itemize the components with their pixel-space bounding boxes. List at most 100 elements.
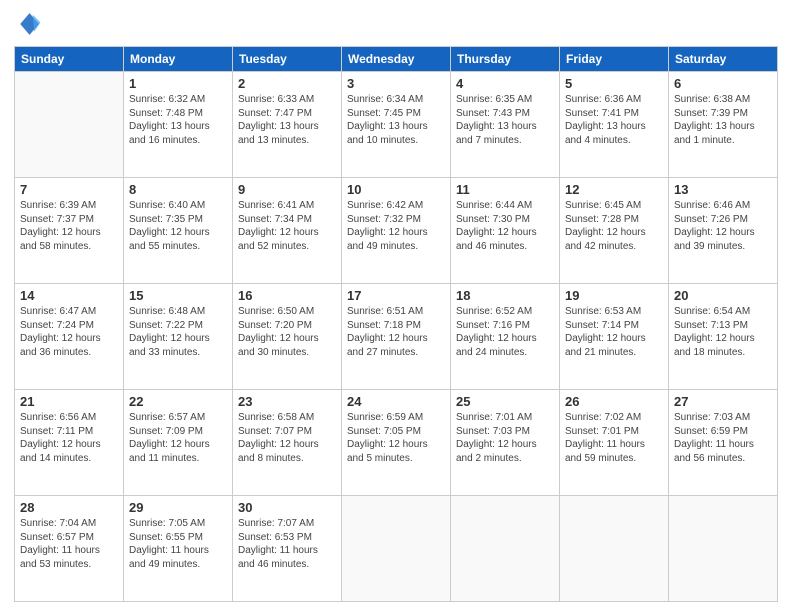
day-number: 5 [565, 76, 663, 91]
day-info: Sunrise: 6:51 AMSunset: 7:18 PMDaylight:… [347, 305, 445, 359]
calendar-week-row: 14 Sunrise: 6:47 AMSunset: 7:24 PMDayligh… [15, 284, 778, 390]
calendar-day-cell: 10 Sunrise: 6:42 AMSunset: 7:32 PMDayligh… [342, 178, 451, 284]
day-number: 10 [347, 182, 445, 197]
day-info: Sunrise: 6:44 AMSunset: 7:30 PMDaylight:… [456, 199, 554, 253]
day-number: 4 [456, 76, 554, 91]
calendar-day-cell: 13 Sunrise: 6:46 AMSunset: 7:26 PMDayligh… [669, 178, 778, 284]
day-number: 1 [129, 76, 227, 91]
day-info: Sunrise: 6:39 AMSunset: 7:37 PMDaylight:… [20, 199, 118, 253]
day-info: Sunrise: 6:33 AMSunset: 7:47 PMDaylight:… [238, 93, 336, 147]
calendar-day-cell: 6 Sunrise: 6:38 AMSunset: 7:39 PMDaylight… [669, 72, 778, 178]
calendar-day-cell [560, 496, 669, 602]
day-number: 6 [674, 76, 772, 91]
day-number: 12 [565, 182, 663, 197]
calendar-table: SundayMondayTuesdayWednesdayThursdayFrid… [14, 46, 778, 602]
day-number: 16 [238, 288, 336, 303]
calendar-day-cell: 17Sunrise: 6:51 AMSunset: 7:18 PMDayligh… [342, 284, 451, 390]
day-number: 7 [20, 182, 118, 197]
calendar-day-cell: 5 Sunrise: 6:36 AMSunset: 7:41 PMDaylight… [560, 72, 669, 178]
day-info: Sunrise: 7:03 AMSunset: 6:59 PMDaylight:… [674, 411, 772, 465]
calendar-week-row: 7 Sunrise: 6:39 AMSunset: 7:37 PMDaylight… [15, 178, 778, 284]
day-number: 20 [674, 288, 772, 303]
calendar-day-cell: 22Sunrise: 6:57 AMSunset: 7:09 PMDayligh… [124, 390, 233, 496]
calendar-day-cell [669, 496, 778, 602]
day-number: 22 [129, 394, 227, 409]
day-number: 15 [129, 288, 227, 303]
day-info: Sunrise: 6:35 AMSunset: 7:43 PMDaylight:… [456, 93, 554, 147]
calendar-day-cell: 28 Sunrise: 7:04 AMSunset: 6:57 PMDayligh… [15, 496, 124, 602]
day-number: 14 [20, 288, 118, 303]
day-info: Sunrise: 6:41 AMSunset: 7:34 PMDaylight:… [238, 199, 336, 253]
day-number: 9 [238, 182, 336, 197]
day-info: Sunrise: 7:02 AMSunset: 7:01 PMDaylight:… [565, 411, 663, 465]
calendar-day-cell: 27 Sunrise: 7:03 AMSunset: 6:59 PMDayligh… [669, 390, 778, 496]
calendar-day-cell: 4 Sunrise: 6:35 AMSunset: 7:43 PMDaylight… [451, 72, 560, 178]
day-info: Sunrise: 6:45 AMSunset: 7:28 PMDaylight:… [565, 199, 663, 253]
calendar-day-cell: 26 Sunrise: 7:02 AMSunset: 7:01 PMDayligh… [560, 390, 669, 496]
calendar-day-cell [451, 496, 560, 602]
day-number: 8 [129, 182, 227, 197]
day-number: 27 [674, 394, 772, 409]
page: SundayMondayTuesdayWednesdayThursdayFrid… [0, 0, 792, 612]
weekday-header-cell: Friday [560, 47, 669, 72]
calendar-day-cell: 9 Sunrise: 6:41 AMSunset: 7:34 PMDaylight… [233, 178, 342, 284]
weekday-header-cell: Monday [124, 47, 233, 72]
header [14, 10, 778, 38]
calendar-day-cell: 11 Sunrise: 6:44 AMSunset: 7:30 PMDayligh… [451, 178, 560, 284]
calendar-day-cell: 2 Sunrise: 6:33 AMSunset: 7:47 PMDaylight… [233, 72, 342, 178]
day-info: Sunrise: 6:56 AMSunset: 7:11 PMDaylight:… [20, 411, 118, 465]
calendar-day-cell: 14 Sunrise: 6:47 AMSunset: 7:24 PMDayligh… [15, 284, 124, 390]
logo-icon [14, 10, 42, 38]
day-info: Sunrise: 6:58 AMSunset: 7:07 PMDaylight:… [238, 411, 336, 465]
calendar-day-cell: 25 Sunrise: 7:01 AMSunset: 7:03 PMDayligh… [451, 390, 560, 496]
weekday-header-cell: Sunday [15, 47, 124, 72]
day-number: 29 [129, 500, 227, 515]
calendar-week-row: 28 Sunrise: 7:04 AMSunset: 6:57 PMDayligh… [15, 496, 778, 602]
day-info: Sunrise: 6:47 AMSunset: 7:24 PMDaylight:… [20, 305, 118, 359]
weekday-header-cell: Tuesday [233, 47, 342, 72]
calendar-day-cell: 3Sunrise: 6:34 AMSunset: 7:45 PMDaylight… [342, 72, 451, 178]
weekday-header: SundayMondayTuesdayWednesdayThursdayFrid… [15, 47, 778, 72]
weekday-header-cell: Saturday [669, 47, 778, 72]
day-info: Sunrise: 6:52 AMSunset: 7:16 PMDaylight:… [456, 305, 554, 359]
day-info: Sunrise: 7:01 AMSunset: 7:03 PMDaylight:… [456, 411, 554, 465]
calendar-week-row: 1 Sunrise: 6:32 AMSunset: 7:48 PMDaylight… [15, 72, 778, 178]
day-number: 2 [238, 76, 336, 91]
calendar-day-cell: 24Sunrise: 6:59 AMSunset: 7:05 PMDayligh… [342, 390, 451, 496]
day-info: Sunrise: 6:36 AMSunset: 7:41 PMDaylight:… [565, 93, 663, 147]
calendar-day-cell: 20 Sunrise: 6:54 AMSunset: 7:13 PMDayligh… [669, 284, 778, 390]
calendar-day-cell: 19Sunrise: 6:53 AMSunset: 7:14 PMDayligh… [560, 284, 669, 390]
calendar-day-cell [342, 496, 451, 602]
day-info: Sunrise: 6:38 AMSunset: 7:39 PMDaylight:… [674, 93, 772, 147]
day-number: 11 [456, 182, 554, 197]
calendar-body: 1 Sunrise: 6:32 AMSunset: 7:48 PMDaylight… [15, 72, 778, 602]
calendar-day-cell: 29Sunrise: 7:05 AMSunset: 6:55 PMDayligh… [124, 496, 233, 602]
day-number: 26 [565, 394, 663, 409]
day-info: Sunrise: 6:34 AMSunset: 7:45 PMDaylight:… [347, 93, 445, 147]
day-number: 13 [674, 182, 772, 197]
day-info: Sunrise: 6:54 AMSunset: 7:13 PMDaylight:… [674, 305, 772, 359]
calendar-day-cell: 18 Sunrise: 6:52 AMSunset: 7:16 PMDayligh… [451, 284, 560, 390]
calendar-day-cell: 16 Sunrise: 6:50 AMSunset: 7:20 PMDayligh… [233, 284, 342, 390]
day-info: Sunrise: 6:48 AMSunset: 7:22 PMDaylight:… [129, 305, 227, 359]
day-info: Sunrise: 7:04 AMSunset: 6:57 PMDaylight:… [20, 517, 118, 571]
day-info: Sunrise: 6:42 AMSunset: 7:32 PMDaylight:… [347, 199, 445, 253]
day-number: 19 [565, 288, 663, 303]
day-number: 18 [456, 288, 554, 303]
calendar-day-cell: 1 Sunrise: 6:32 AMSunset: 7:48 PMDaylight… [124, 72, 233, 178]
day-info: Sunrise: 6:46 AMSunset: 7:26 PMDaylight:… [674, 199, 772, 253]
day-number: 23 [238, 394, 336, 409]
logo [14, 10, 46, 38]
day-number: 21 [20, 394, 118, 409]
day-number: 28 [20, 500, 118, 515]
calendar-day-cell: 15 Sunrise: 6:48 AMSunset: 7:22 PMDayligh… [124, 284, 233, 390]
weekday-header-cell: Thursday [451, 47, 560, 72]
day-info: Sunrise: 6:32 AMSunset: 7:48 PMDaylight:… [129, 93, 227, 147]
calendar-day-cell: 12 Sunrise: 6:45 AMSunset: 7:28 PMDayligh… [560, 178, 669, 284]
day-info: Sunrise: 6:50 AMSunset: 7:20 PMDaylight:… [238, 305, 336, 359]
calendar-day-cell: 23 Sunrise: 6:58 AMSunset: 7:07 PMDayligh… [233, 390, 342, 496]
calendar-week-row: 21 Sunrise: 6:56 AMSunset: 7:11 PMDayligh… [15, 390, 778, 496]
calendar-day-cell [15, 72, 124, 178]
day-number: 25 [456, 394, 554, 409]
day-info: Sunrise: 6:59 AMSunset: 7:05 PMDaylight:… [347, 411, 445, 465]
